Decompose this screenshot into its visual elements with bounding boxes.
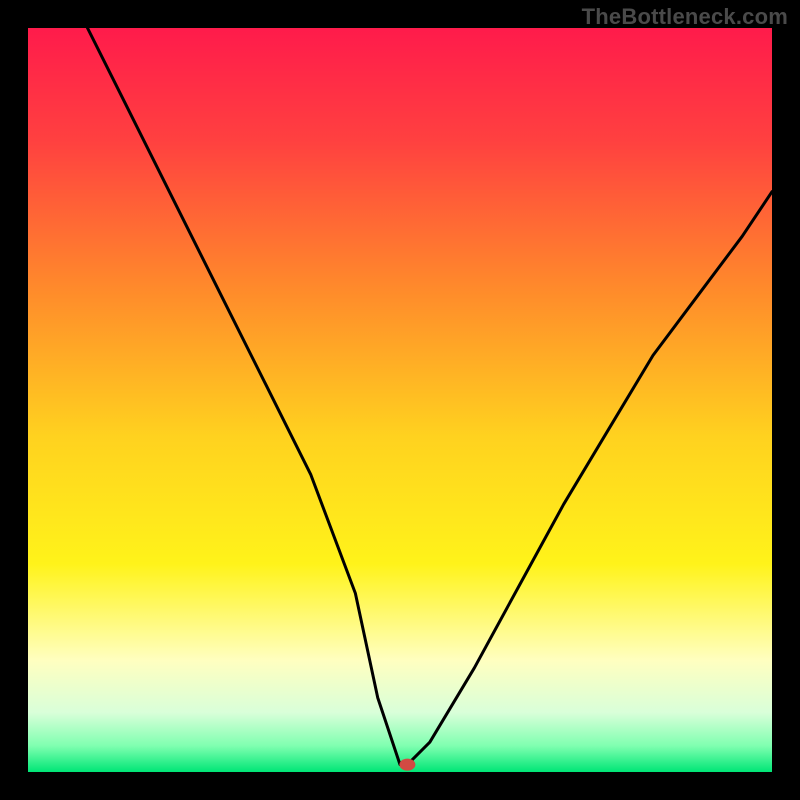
optimum-marker: [399, 759, 415, 771]
chart-svg: [28, 28, 772, 772]
plot-background: [28, 28, 772, 772]
watermark-text: TheBottleneck.com: [582, 4, 788, 30]
plot-area: [28, 28, 772, 772]
chart-frame: TheBottleneck.com: [0, 0, 800, 800]
